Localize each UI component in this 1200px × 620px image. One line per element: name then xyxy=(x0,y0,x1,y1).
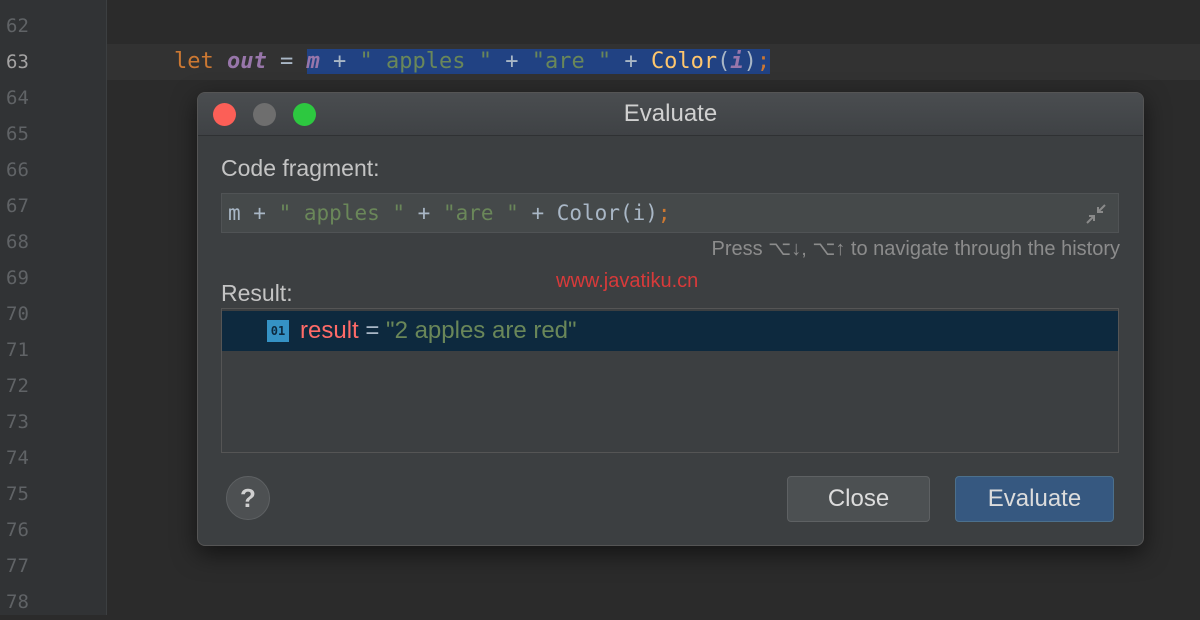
frag-token-color-call: + Color(i) xyxy=(518,201,658,225)
help-button[interactable]: ? xyxy=(226,476,270,520)
line-number: 75 xyxy=(6,483,29,505)
line-number: 77 xyxy=(6,555,29,577)
code-fragment-label: Code fragment: xyxy=(221,155,380,181)
line-number: 73 xyxy=(6,411,29,433)
token-semicolon: ; xyxy=(756,49,771,74)
line-number-gutter: 62 63 64 65 66 67 68 69 70 71 72 73 74 75 76 77 78 xyxy=(0,0,107,615)
token-m: m xyxy=(306,49,320,74)
line-number: 66 xyxy=(6,159,29,181)
assign-operator: = xyxy=(266,49,307,74)
collapse-icon[interactable] xyxy=(1084,202,1108,226)
frag-token-plus-1: + xyxy=(240,201,279,225)
keyword-let: let xyxy=(174,49,214,74)
code-fragment-input[interactable]: m + " apples " + "are " + Color(i); xyxy=(221,193,1119,233)
code-line-63[interactable]: let out = m + " apples " + "are " + Colo… xyxy=(174,44,771,80)
dialog-titlebar[interactable]: Evaluate xyxy=(198,93,1143,136)
dialog-title: Evaluate xyxy=(623,100,718,127)
line-number: 62 xyxy=(6,15,29,37)
token-string-are: "are " xyxy=(531,49,612,74)
frag-token-semicolon: ; xyxy=(657,201,671,225)
line-number: 76 xyxy=(6,519,29,541)
watermark-text: www.javatiku.cn xyxy=(556,270,699,292)
result-label: Result: xyxy=(221,280,293,306)
result-value: "2 apples are red" xyxy=(386,317,577,344)
frag-token-string-are: "are " xyxy=(442,201,519,225)
line-number: 69 xyxy=(6,267,29,289)
line-number: 65 xyxy=(6,123,29,145)
frag-token-m: m xyxy=(228,201,241,225)
token-i: i xyxy=(730,49,744,74)
token-plus-2: + xyxy=(491,49,532,74)
close-button[interactable]: Close xyxy=(787,476,930,522)
line-number: 63 xyxy=(6,51,29,73)
line-number: 64 xyxy=(6,87,29,109)
token-plus-3: + xyxy=(611,49,651,74)
result-panel[interactable]: 01 result = "2 apples are red" xyxy=(221,308,1119,453)
result-text: result = "2 apples are red" xyxy=(300,311,577,351)
result-equals: = xyxy=(358,317,387,344)
evaluate-dialog: Evaluate Code fragment: m + " apples " +… xyxy=(197,92,1144,546)
line-number: 74 xyxy=(6,447,29,469)
line-number: 72 xyxy=(6,375,29,397)
line-number: 67 xyxy=(6,195,29,217)
result-row[interactable]: 01 result = "2 apples are red" xyxy=(222,311,1118,351)
evaluate-button[interactable]: Evaluate xyxy=(955,476,1114,522)
line-number: 70 xyxy=(6,303,29,325)
result-name: result xyxy=(300,317,359,344)
frag-token-plus-2: + xyxy=(405,201,443,225)
token-string-apples: " apples " xyxy=(359,49,492,74)
frag-token-string-apples: " apples " xyxy=(278,201,406,225)
line-number: 71 xyxy=(6,339,29,361)
token-plus-1: + xyxy=(319,49,360,74)
history-hint: Press ⌥↓, ⌥↑ to navigate through the his… xyxy=(711,238,1120,260)
variable-out: out xyxy=(227,49,267,74)
token-lparen: ( xyxy=(717,49,731,74)
primitive-value-icon: 01 xyxy=(267,320,289,342)
line-number: 68 xyxy=(6,231,29,253)
token-rparen: ) xyxy=(743,49,757,74)
token-color-function: Color xyxy=(650,49,718,74)
selected-expression[interactable]: m + " apples " + "are " + Color(i); xyxy=(306,49,771,74)
